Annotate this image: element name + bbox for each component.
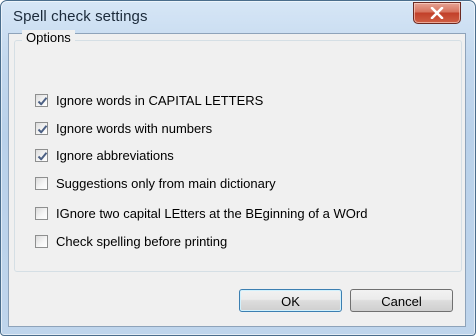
check-mark-icon <box>37 125 48 134</box>
checkbox-box[interactable] <box>35 94 48 107</box>
checkbox-box[interactable] <box>35 177 48 190</box>
checkbox-label: Check spelling before printing <box>56 234 228 249</box>
checkbox-box[interactable] <box>35 207 48 220</box>
checkbox-label: Suggestions only from main dictionary <box>56 176 276 191</box>
checkbox-ignore-abbreviations[interactable]: Ignore abbreviations <box>35 147 174 164</box>
check-mark-icon <box>37 152 48 161</box>
cancel-button[interactable]: Cancel <box>350 289 453 312</box>
checkbox-check-before-printing[interactable]: Check spelling before printing <box>35 233 227 250</box>
window-title: Spell check settings <box>13 8 148 25</box>
checkbox-label: Ignore words with numbers <box>56 121 213 136</box>
ok-button[interactable]: OK <box>239 289 342 312</box>
close-icon <box>430 7 444 19</box>
close-button[interactable] <box>413 2 461 24</box>
checkbox-box[interactable] <box>35 122 48 135</box>
checkbox-box[interactable] <box>35 149 48 162</box>
checkbox-box[interactable] <box>35 235 48 248</box>
options-group-legend: Options <box>22 30 75 45</box>
checkbox-label: IGnore two capital LEtters at the BEginn… <box>56 206 368 221</box>
checkbox-ignore-two-capital-letters[interactable]: IGnore two capital LEtters at the BEginn… <box>35 205 367 222</box>
check-mark-icon <box>37 97 48 106</box>
checkbox-ignore-capital-letters[interactable]: Ignore words in CAPITAL LETTERS <box>35 92 263 109</box>
checkbox-label: Ignore words in CAPITAL LETTERS <box>56 93 264 108</box>
checkbox-label: Ignore abbreviations <box>56 148 174 163</box>
checkbox-suggestions-main-dictionary[interactable]: Suggestions only from main dictionary <box>35 175 276 192</box>
checkbox-ignore-words-with-numbers[interactable]: Ignore words with numbers <box>35 120 212 137</box>
